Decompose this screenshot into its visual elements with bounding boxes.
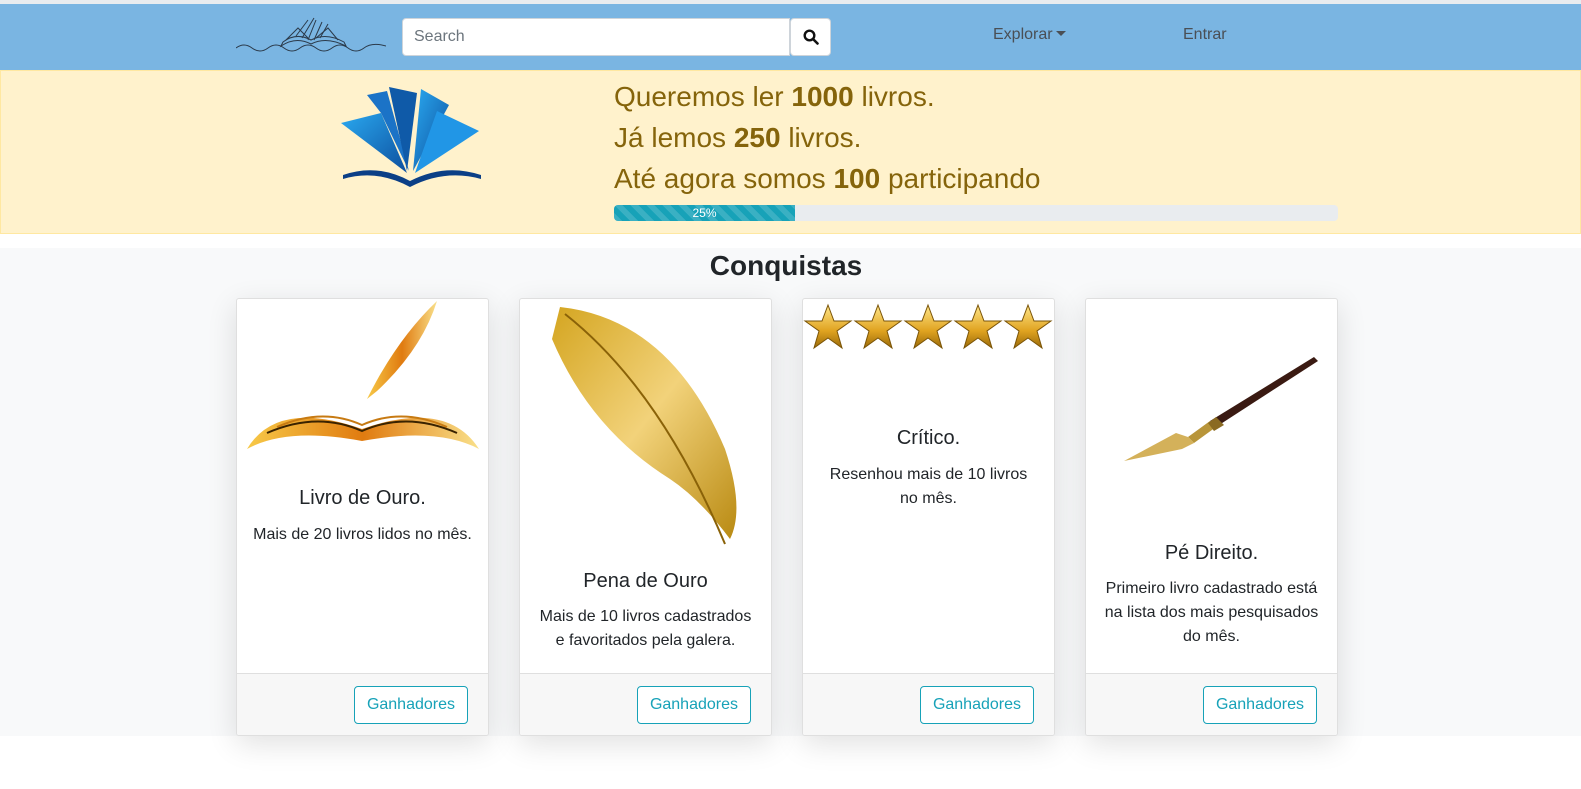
search-input[interactable] [402,18,790,56]
read-books-text: Já lemos 250 livros. [614,122,862,153]
five-stars-icon [803,303,1053,350]
card-title: Pé Direito. [1164,542,1259,564]
explorar-label: Explorar [993,26,1053,43]
card-footer: Ganhadores [1086,673,1337,735]
caret-down-icon [1055,31,1066,36]
card-footer: Ganhadores [237,673,488,735]
reading-progress-bar: 25% [614,205,795,221]
search-icon [802,29,819,45]
achievement-card: Livro de Ouro. Mais de 20 livros lidos n… [236,298,489,736]
card-text: Mais de 20 livros lidos no mês. [253,526,472,543]
card-text: Primeiro livro cadastrado está na lista … [1104,580,1319,645]
book-sketch-logo-icon[interactable] [236,16,386,56]
open-book-icon [341,87,481,187]
card-text: Resenhou mais de 10 livros no mês. [829,466,1028,507]
fountain-pen-icon [1124,357,1318,461]
achievement-card: Pena de Ouro Mais de 10 livros cadastrad… [519,298,772,736]
search-button[interactable] [790,18,831,56]
participants-text: Até agora somos 100 participando [614,163,1041,194]
card-footer: Ganhadores [803,673,1054,735]
achievement-card: Crítico. Resenhou mais de 10 livros no m… [802,298,1055,736]
achievements-title: Conquistas [709,250,863,281]
winners-button[interactable]: Ganhadores [636,686,751,724]
winners-button[interactable]: Ganhadores [1202,686,1317,724]
achievement-card: Pé Direito. Primeiro livro cadastrado es… [1085,298,1338,736]
winners-button[interactable]: Ganhadores [919,686,1034,724]
card-title: Pena de Ouro [583,570,708,592]
explorar-dropdown[interactable]: Explorar [993,26,1066,44]
read-books-number: 250 [733,122,781,153]
achievements-section: Conquistas Livro de Ouro. Mais de 20 liv… [0,248,1581,736]
goal-books-number: 1000 [791,81,854,112]
reading-progress: 25% [614,205,1338,221]
winners-button[interactable]: Ganhadores [353,686,468,724]
participants-number: 100 [833,163,881,194]
goals-banner: Queremos ler 1000 livros. Já lemos 250 l… [0,70,1581,234]
golden-feather-icon [552,307,737,545]
card-title: Livro de Ouro. [299,487,426,509]
card-title: Crítico. [896,427,961,449]
golden-book-quill-icon [247,301,479,449]
navbar: Explorar Entrar [0,4,1581,70]
entrar-link[interactable]: Entrar [1183,26,1227,44]
card-text: Mais de 10 livros cadastrados e favorita… [539,608,752,649]
card-footer: Ganhadores [520,673,771,735]
goal-books-text: Queremos ler 1000 livros. [614,81,935,112]
